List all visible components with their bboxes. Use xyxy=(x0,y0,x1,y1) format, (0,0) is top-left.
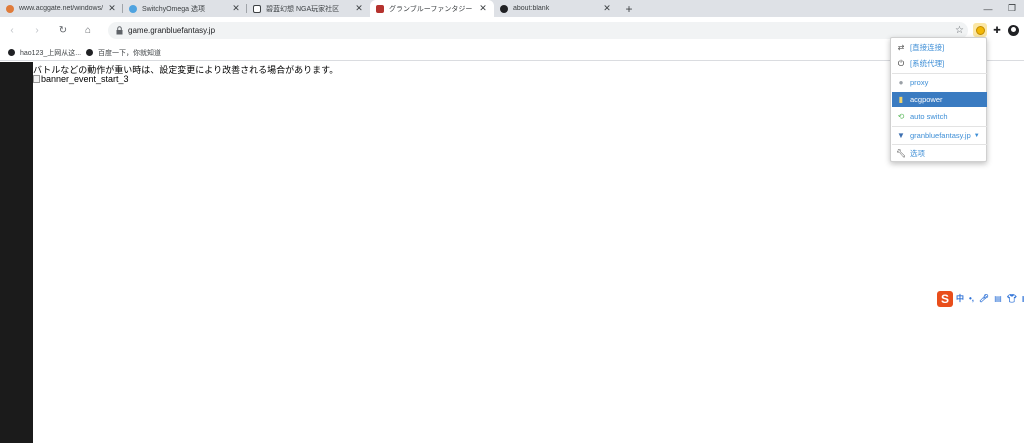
reload-icon[interactable]: ↻ xyxy=(54,21,72,39)
tab-title: www.acggate.net/windows/ xyxy=(19,5,104,12)
close-tab-icon[interactable]: ✕ xyxy=(231,3,241,14)
condition-label: granbluefantasy.jp xyxy=(910,131,971,140)
close-tab-icon[interactable]: ✕ xyxy=(602,3,612,14)
globe-favicon-icon xyxy=(500,4,508,13)
profile-label: acgpower xyxy=(910,95,943,104)
divider xyxy=(892,73,987,74)
bookmark-label: hao123_上网从这... xyxy=(20,49,82,57)
profile-label: [系统代理] xyxy=(910,59,945,68)
globe-icon: ● xyxy=(898,78,904,87)
caret-down-icon: ▼ xyxy=(973,132,980,139)
new-tab-button[interactable]: + xyxy=(622,0,636,17)
ime-mode[interactable]: 中 xyxy=(956,293,964,304)
page-content: バトルなどの動作が重い時は、設定変更により改善される場合があります。 banne… xyxy=(33,62,1024,443)
tab-title: グランブルーファンタジー xyxy=(389,5,473,13)
broken-image-icon xyxy=(33,75,40,83)
profile-label: [直接连接] xyxy=(910,43,945,52)
skin-shirt-icon[interactable]: 👕︎ xyxy=(1007,294,1017,303)
tab-acggate[interactable]: www.acggate.net/windows/ ✕ xyxy=(0,0,123,17)
extensions-puzzle-icon[interactable]: ✚ xyxy=(990,23,1004,37)
granblue-favicon-icon xyxy=(376,4,384,13)
options-link[interactable]: 🔧︎ 选项 xyxy=(892,146,987,161)
file-icon: ▮ xyxy=(898,95,904,104)
profile-direct[interactable]: ⇄ [直接连接] xyxy=(892,40,987,55)
power-icon: ⏻ xyxy=(897,58,905,68)
tab-switchyomega-options[interactable]: SwitchyOmega 选项 ✕ xyxy=(123,0,247,17)
close-tab-icon[interactable]: ✕ xyxy=(354,3,364,14)
banner-alt-text: banner_event_start_3 xyxy=(41,74,129,84)
tab-title: about:blank xyxy=(513,5,550,12)
add-condition-granbluefantasy[interactable]: ▼ granbluefantasy.jp ▼ xyxy=(892,128,987,143)
minimize-icon[interactable]: — xyxy=(976,0,1000,17)
restore-icon[interactable]: ❐ xyxy=(1000,0,1024,17)
bookmark-baidu[interactable]: 百度一下，你就知道 xyxy=(86,44,161,61)
globe-icon xyxy=(86,49,93,56)
profile-label: proxy xyxy=(910,78,929,87)
tab-about-blank[interactable]: about:blank ✕ xyxy=(494,0,618,17)
forward-arrow-icon[interactable]: › xyxy=(28,21,46,39)
tab-strip: www.acggate.net/windows/ ✕ SwitchyOmega … xyxy=(0,0,1024,17)
divider xyxy=(892,126,987,127)
switch-icon: ⟲ xyxy=(897,112,905,121)
bookmarks-bar: hao123_上网从这... 百度一下，你就知道 xyxy=(0,44,1024,61)
tab-title: SwitchyOmega 选项 xyxy=(142,5,206,13)
page-left-bar xyxy=(0,62,33,443)
tab-title: 碧蓝幻想 NGA玩家社区 xyxy=(266,5,340,13)
divider xyxy=(892,144,987,145)
microphone-icon[interactable]: 🎤︎ xyxy=(979,294,989,303)
close-tab-icon[interactable]: ✕ xyxy=(107,3,117,14)
switchyomega-favicon-icon xyxy=(129,4,137,13)
close-tab-icon[interactable]: ✕ xyxy=(478,3,488,14)
browser-toolbar: ‹ › ↻ ⌂ game.granbluefantasy.jp ☆ ✚ xyxy=(0,17,1024,44)
profile-acgpower[interactable]: ▮ acgpower xyxy=(892,92,987,107)
home-icon[interactable]: ⌂ xyxy=(79,21,97,39)
filter-icon: ▼ xyxy=(897,131,905,140)
site-favicon-icon xyxy=(6,4,14,13)
options-label: 选项 xyxy=(910,149,925,158)
bookmark-label: 百度一下，你就知道 xyxy=(98,49,161,57)
profile-avatar-icon[interactable] xyxy=(1006,23,1020,37)
profile-auto-switch[interactable]: ⟲ auto switch xyxy=(892,109,987,124)
ime-toolbar: S 中 •, 🎤︎ ▤ 👕︎ ▦ xyxy=(937,290,1024,307)
profile-system[interactable]: ⏻ [系统代理] xyxy=(892,56,987,71)
punctuation-icon[interactable]: •, xyxy=(969,294,974,303)
tab-granblue[interactable]: グランブルーファンタジー ✕ xyxy=(370,0,494,17)
switchyomega-popup: ⇄ [直接连接] ⏻ [系统代理] ● proxy ▮ acgpower ⟲ a… xyxy=(890,37,987,162)
profile-label: auto switch xyxy=(910,112,948,121)
arrows-icon: ⇄ xyxy=(897,43,905,52)
sogou-logo-icon[interactable]: S xyxy=(937,290,953,307)
banner-image: banner_event_start_3 xyxy=(33,74,129,84)
bookmark-hao123[interactable]: hao123_上网从这... xyxy=(8,44,81,61)
nga-favicon-icon xyxy=(253,4,261,13)
address-bar[interactable]: game.granbluefantasy.jp ☆ xyxy=(108,22,968,39)
tab-nga[interactable]: 碧蓝幻想 NGA玩家社区 ✕ xyxy=(247,0,370,17)
wrench-icon: 🔧︎ xyxy=(896,149,907,158)
keyboard-icon[interactable]: ▤ xyxy=(994,294,1002,303)
switchyomega-extension-icon[interactable] xyxy=(973,23,987,37)
profile-proxy[interactable]: ● proxy xyxy=(892,75,987,90)
globe-icon xyxy=(8,49,15,56)
url-text[interactable]: game.granbluefantasy.jp xyxy=(128,22,215,39)
back-arrow-icon[interactable]: ‹ xyxy=(3,21,21,39)
lock-icon[interactable] xyxy=(116,26,123,35)
